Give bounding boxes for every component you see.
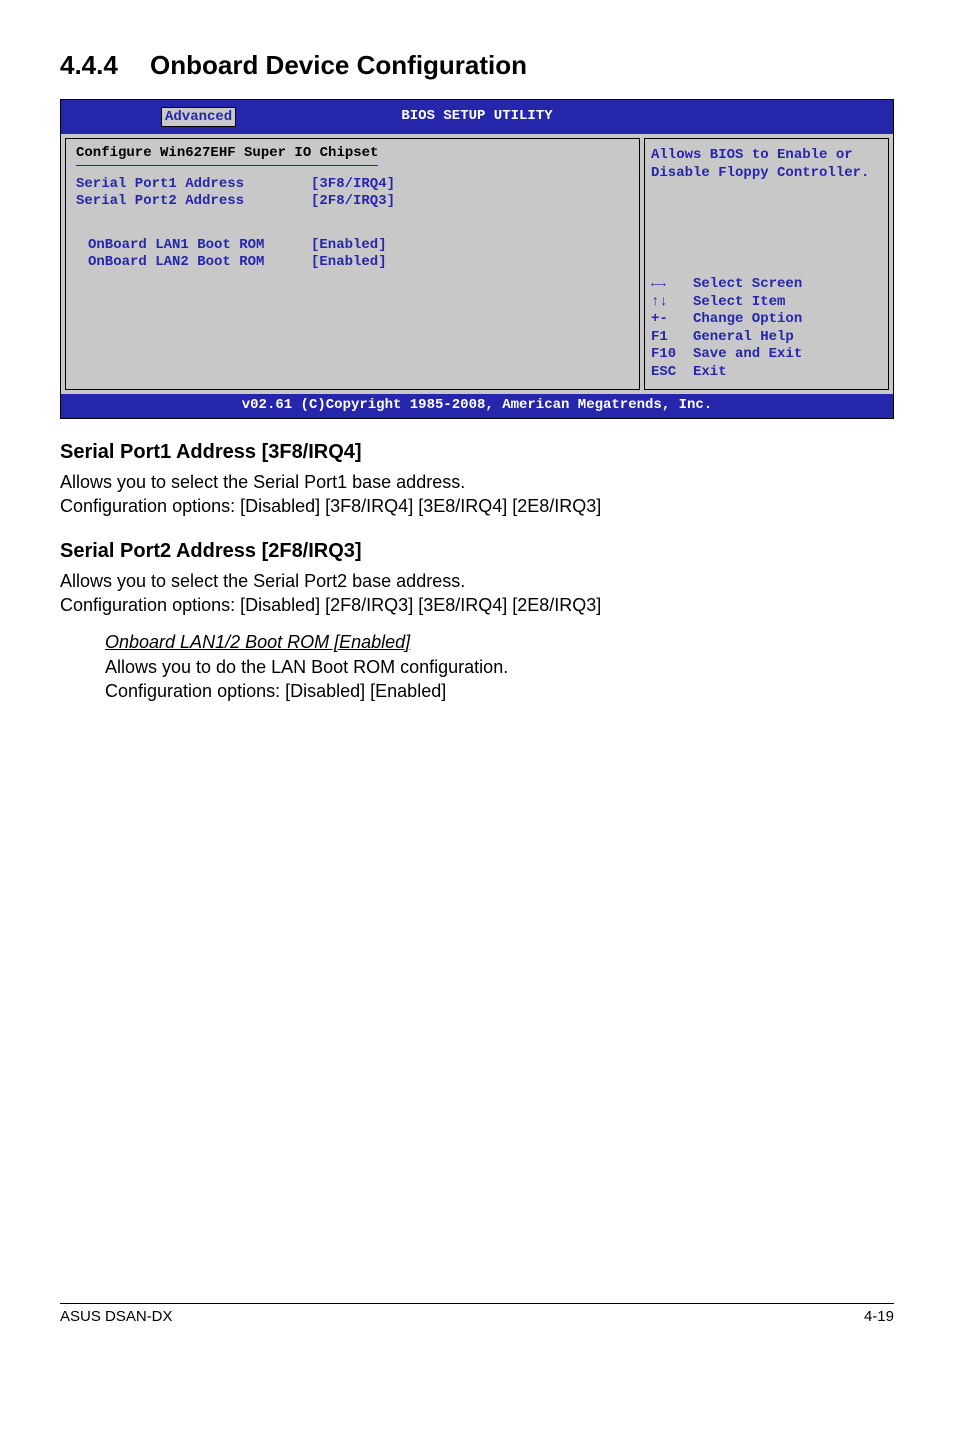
bios-footer: v02.61 (C)Copyright 1985-2008, American … bbox=[61, 394, 893, 418]
nav-key: ESC bbox=[651, 364, 693, 382]
heading-number: 4.4.4 bbox=[60, 50, 150, 81]
body-text: Configuration options: [Disabled] [Enabl… bbox=[105, 679, 894, 703]
setting-label: Serial Port2 Address bbox=[76, 193, 311, 211]
bios-nav-help: ←→Select Screen ↑↓Select Item +-Change O… bbox=[651, 276, 882, 381]
nav-label: Change Option bbox=[693, 311, 802, 329]
nav-row: +-Change Option bbox=[651, 311, 882, 329]
subsection-heading: Serial Port1 Address [3F8/IRQ4] bbox=[60, 441, 894, 464]
bios-setting-row: OnBoard LAN2 Boot ROM [Enabled] bbox=[76, 254, 629, 272]
setting-label: OnBoard LAN2 Boot ROM bbox=[76, 254, 311, 272]
setting-value: [Enabled] bbox=[311, 254, 387, 272]
nav-key: ←→ bbox=[651, 276, 693, 294]
nav-label: Select Screen bbox=[693, 276, 802, 294]
setting-value: [2F8/IRQ3] bbox=[311, 193, 395, 211]
setting-value: [Enabled] bbox=[311, 237, 387, 255]
bios-setting-row: Serial Port2 Address [2F8/IRQ3] bbox=[76, 193, 629, 211]
nav-key: F1 bbox=[651, 329, 693, 347]
setting-value: [3F8/IRQ4] bbox=[311, 176, 395, 194]
heading-title: Onboard Device Configuration bbox=[150, 50, 527, 80]
nav-label: Exit bbox=[693, 364, 727, 382]
bios-left-pane: Configure Win627EHF Super IO Chipset Ser… bbox=[65, 138, 640, 390]
nav-label: General Help bbox=[693, 329, 794, 347]
footer-left: ASUS DSAN-DX bbox=[60, 1308, 173, 1325]
nav-row: ↑↓Select Item bbox=[651, 294, 882, 312]
setting-label: Serial Port1 Address bbox=[76, 176, 311, 194]
nav-row: F1General Help bbox=[651, 329, 882, 347]
nav-key: ↑↓ bbox=[651, 294, 693, 312]
nav-label: Select Item bbox=[693, 294, 785, 312]
body-text: Configuration options: [Disabled] [2F8/I… bbox=[60, 593, 894, 617]
nav-row: F10Save and Exit bbox=[651, 346, 882, 364]
footer-right: 4-19 bbox=[864, 1308, 894, 1325]
bios-title: BIOS SETUP UTILITY bbox=[401, 108, 552, 126]
bios-setting-row: OnBoard LAN1 Boot ROM [Enabled] bbox=[76, 237, 629, 255]
body-text: Allows you to select the Serial Port1 ba… bbox=[60, 470, 894, 494]
nav-row: ←→Select Screen bbox=[651, 276, 882, 294]
bios-header: BIOS SETUP UTILITY Advanced bbox=[61, 100, 893, 134]
nav-label: Save and Exit bbox=[693, 346, 802, 364]
section-heading: 4.4.4Onboard Device Configuration bbox=[60, 50, 894, 81]
body-text: Allows you to select the Serial Port2 ba… bbox=[60, 569, 894, 593]
nav-row: ESCExit bbox=[651, 364, 882, 382]
bios-tab-advanced: Advanced bbox=[161, 107, 236, 127]
page-footer: ASUS DSAN-DX 4-19 bbox=[60, 1303, 894, 1325]
bios-screenshot: BIOS SETUP UTILITY Advanced Configure Wi… bbox=[60, 99, 894, 419]
body-text: Configuration options: [Disabled] [3F8/I… bbox=[60, 494, 894, 518]
setting-label: OnBoard LAN1 Boot ROM bbox=[76, 237, 311, 255]
sub-heading-italic: Onboard LAN1/2 Boot ROM [Enabled] bbox=[105, 632, 894, 653]
nav-key: +- bbox=[651, 311, 693, 329]
bios-setting-row: Serial Port1 Address [3F8/IRQ4] bbox=[76, 176, 629, 194]
nav-key: F10 bbox=[651, 346, 693, 364]
bios-help-text: Allows BIOS to Enable or Disable Floppy … bbox=[651, 147, 882, 182]
bios-right-pane: Allows BIOS to Enable or Disable Floppy … bbox=[644, 138, 889, 390]
body-text: Allows you to do the LAN Boot ROM config… bbox=[105, 655, 894, 679]
subsection-heading: Serial Port2 Address [2F8/IRQ3] bbox=[60, 540, 894, 563]
bios-section-title: Configure Win627EHF Super IO Chipset bbox=[76, 145, 378, 166]
